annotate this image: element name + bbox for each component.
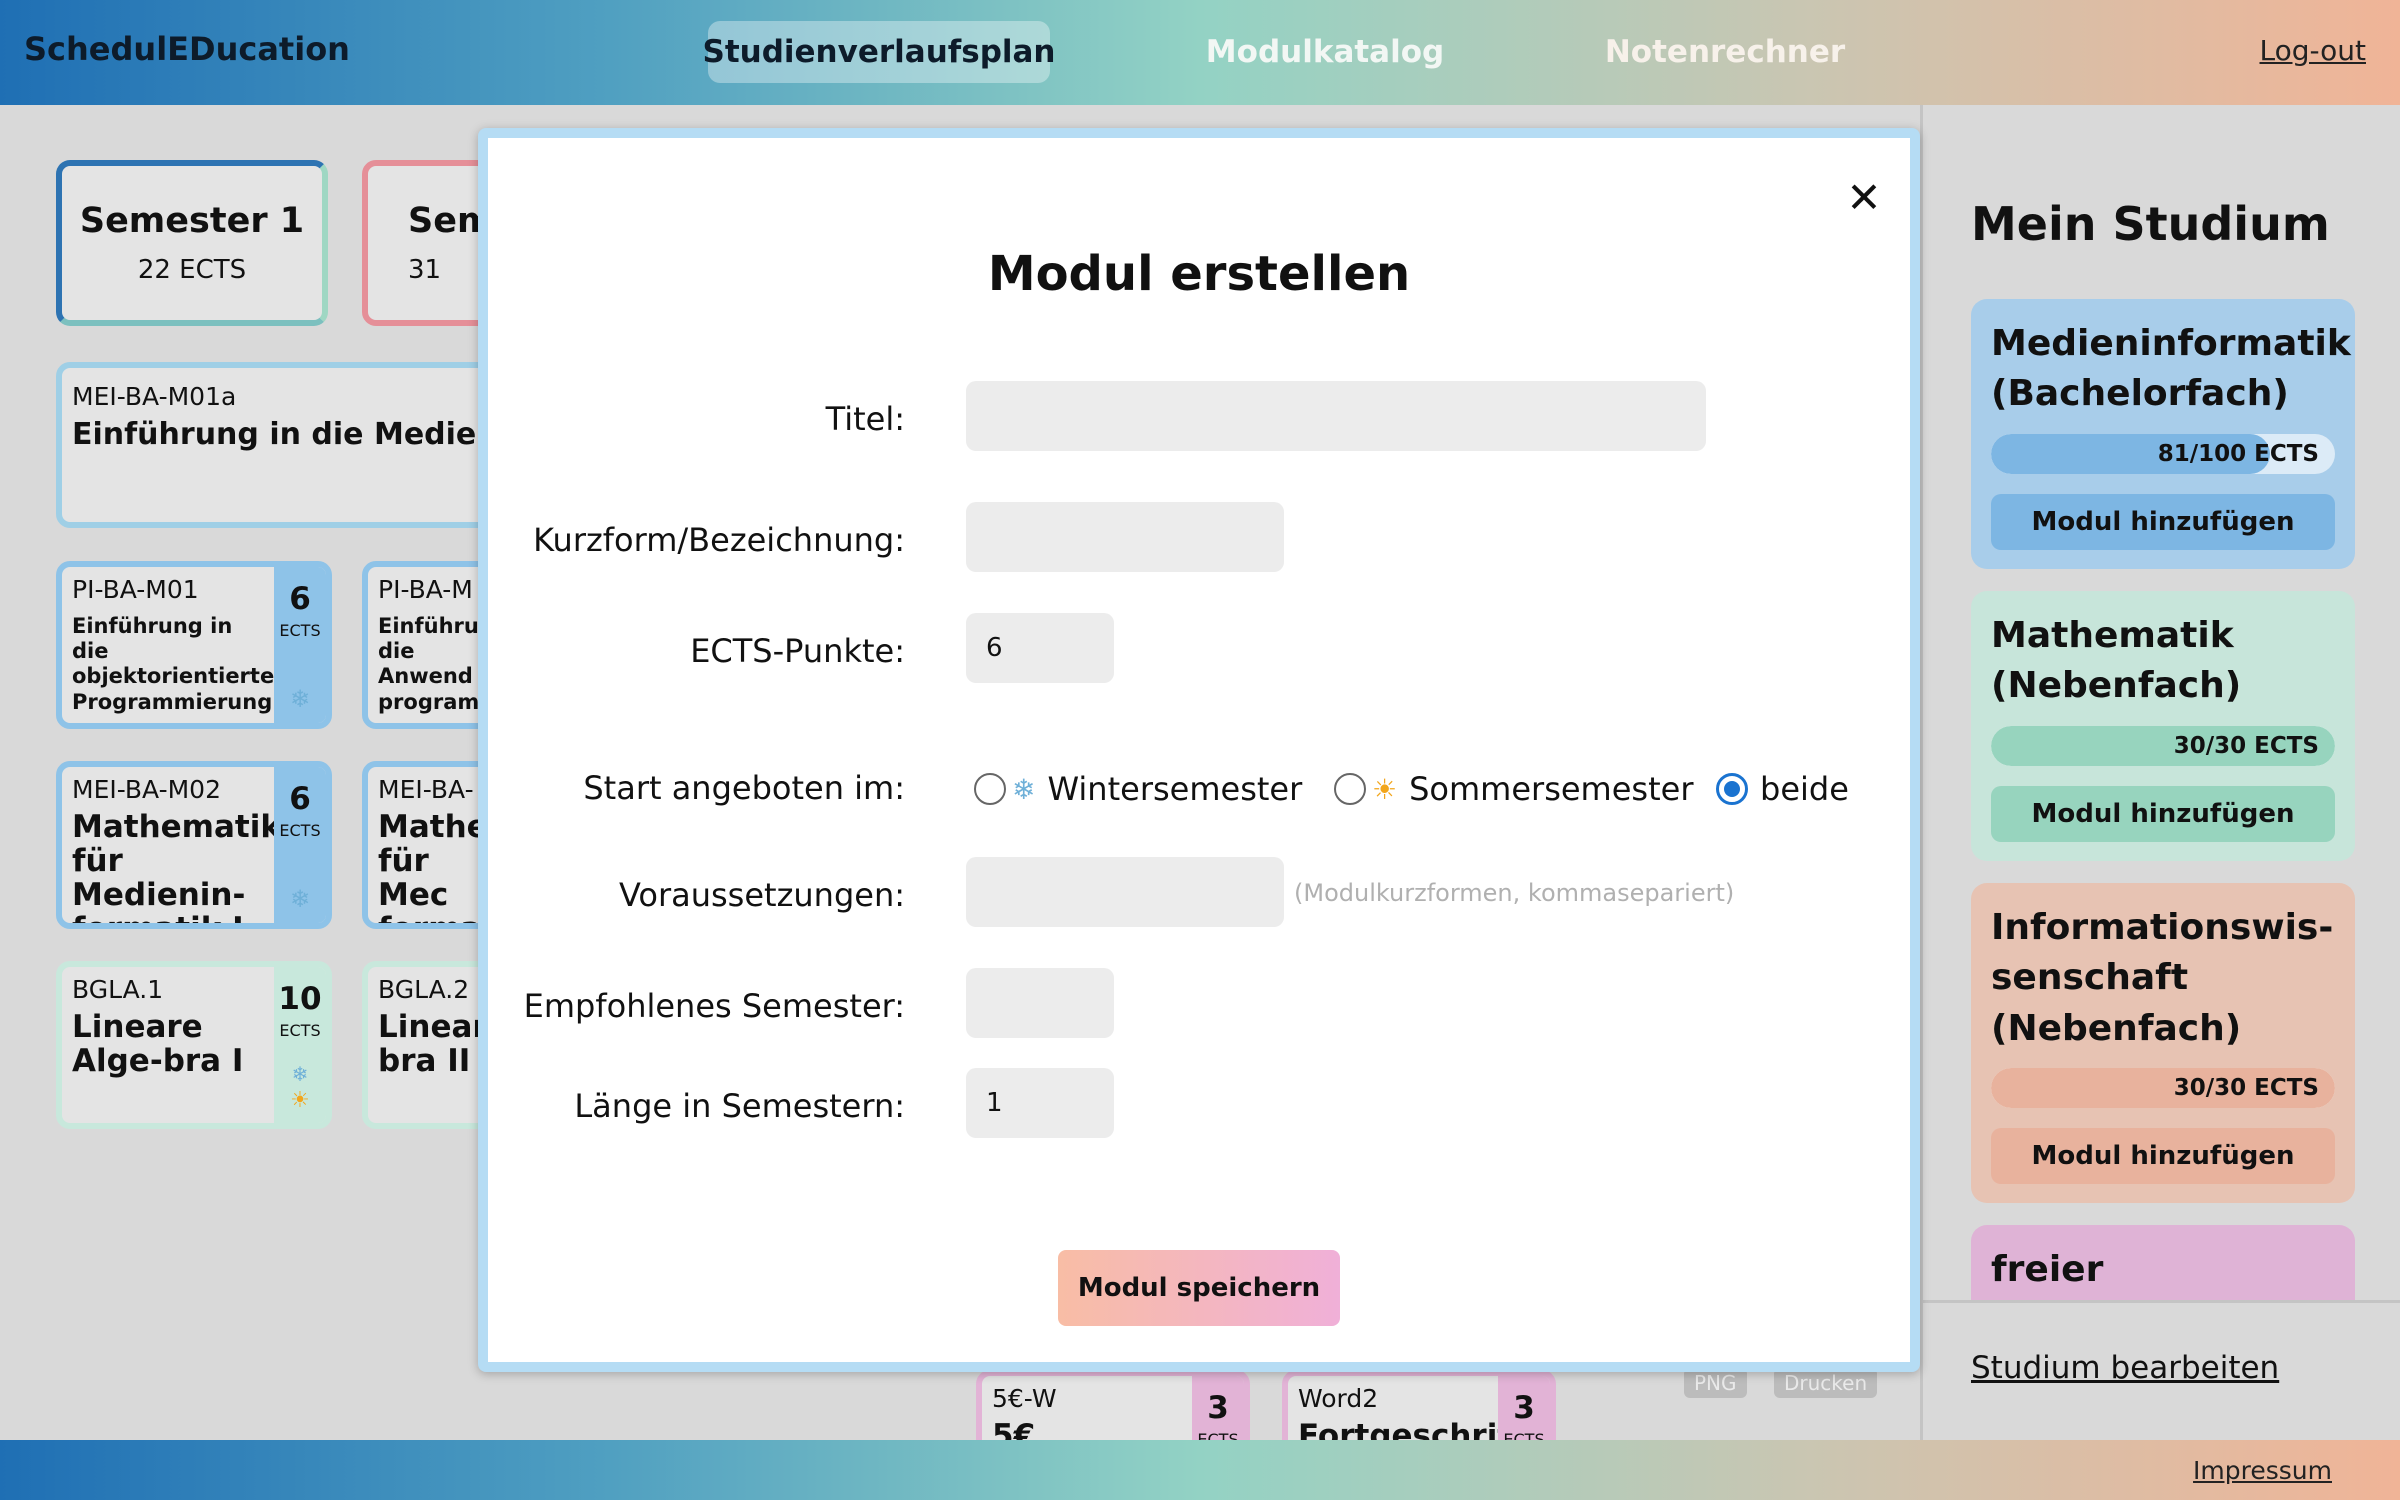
module-title: Lineare bra II: [378, 1009, 509, 1080]
radio-button-checked[interactable]: [1716, 773, 1748, 805]
sun-icon: ☀: [290, 1088, 310, 1113]
module-ects: 3: [1207, 1390, 1229, 1426]
progress-bar: 30/30 ECTS: [1991, 725, 2335, 766]
radio-button[interactable]: [974, 773, 1006, 805]
module-title: Einführu die Anwend program: [378, 614, 480, 714]
panel-divider: [1923, 1300, 2400, 1303]
nav-notenrechner[interactable]: Notenrechner: [1600, 21, 1850, 83]
radio-label: beide: [1760, 770, 1849, 808]
progress-text: 30/30 ECTS: [2173, 1075, 2319, 1102]
module-ects-unit: ECTS: [279, 821, 321, 840]
nav-modulkatalog[interactable]: Modulkatalog: [1200, 21, 1450, 83]
study-name: freier Wahlbereich: [1991, 1249, 2243, 1300]
title-input[interactable]: [966, 381, 1706, 451]
snowflake-icon: ❄: [289, 685, 311, 713]
length-input[interactable]: 1: [966, 1068, 1114, 1138]
create-module-dialog: ✕ Modul erstellen Titel: Kurzform/Bezeic…: [478, 128, 1920, 1372]
nav-studienverlaufsplan[interactable]: Studienverlaufsplan: [703, 21, 1056, 83]
module-title: Mather für Mec format: [378, 809, 503, 923]
radio-sommersemester[interactable]: ☀ Sommersemester: [1334, 770, 1693, 808]
radio-label: Wintersemester: [1047, 770, 1303, 808]
study-name: Medieninformatik (Bachelorfach): [1991, 323, 2351, 415]
add-module-button[interactable]: Modul hinzufügen: [1991, 785, 2335, 842]
module-title: Lineare Alge-bra I: [72, 1009, 244, 1080]
module-code: MEI-BA-M02: [72, 775, 221, 804]
recommended-semester-label: Empfohlenes Semester:: [523, 987, 905, 1025]
module-ects: 6: [289, 781, 311, 817]
module-title: Mathematik für Medienin-formatik I: [72, 809, 281, 923]
my-studies-panel: Mein Studium Medieninformatik (Bachelorf…: [1920, 105, 2400, 1440]
prerequisites-label: Voraussetzungen:: [618, 876, 905, 914]
progress-bar: 81/100 ECTS: [1991, 433, 2335, 474]
shortform-label: Kurzform/Bezeichnung:: [533, 521, 905, 559]
semester-title: Semester 1: [79, 201, 305, 241]
module-code: PI-BA-M01: [72, 575, 199, 604]
edit-studies-link[interactable]: Studium bearbeiten: [1971, 1350, 2279, 1386]
progress-text: 81/100 ECTS: [2157, 440, 2319, 467]
radio-label: Sommersemester: [1409, 770, 1694, 808]
module-code: BGLA.1: [72, 975, 164, 1004]
panel-title: Mein Studium: [1971, 197, 2330, 251]
semester-card-1[interactable]: Semester 1 22 ECTS: [56, 160, 328, 326]
add-module-button[interactable]: Modul hinzufügen: [1991, 1128, 2335, 1185]
study-card-wahlbereich: freier Wahlbereich: [1971, 1225, 2355, 1300]
brand-logo[interactable]: SchedulEDucation: [24, 30, 350, 68]
study-card-medieninformatik: Medieninformatik (Bachelorfach) 81/100 E…: [1971, 299, 2355, 569]
close-icon[interactable]: ✕: [1844, 177, 1884, 219]
dialog-title: Modul erstellen: [987, 246, 1411, 302]
module-title: Einführung in die objektorientierte Prog…: [72, 614, 275, 714]
progress-bar: 30/30 ECTS: [1991, 1068, 2335, 1109]
length-label: Länge in Semestern:: [574, 1087, 905, 1125]
prerequisites-input[interactable]: [966, 857, 1284, 927]
module-ects: 6: [289, 581, 311, 617]
prerequisites-hint: (Modulkurzformen, kommasepariert): [1294, 879, 1735, 907]
module-card[interactable]: MEI-BA-M02 Mathematik für Medienin-forma…: [56, 761, 332, 929]
ects-input[interactable]: 6: [966, 613, 1114, 683]
impressum-link[interactable]: Impressum: [2193, 1456, 2332, 1485]
print-button[interactable]: Drucken: [1774, 1368, 1878, 1398]
study-card-mathematik: Mathematik (Nebenfach) 30/30 ECTS Modul …: [1971, 591, 2355, 861]
footer: Impressum: [0, 1440, 2400, 1500]
snowflake-icon: ❄: [289, 885, 311, 913]
title-label: Titel:: [825, 400, 905, 438]
semester-ects: 22 ECTS: [137, 255, 247, 285]
progress-text: 30/30 ECTS: [2173, 732, 2319, 759]
module-ects-unit: ECTS: [279, 1021, 321, 1040]
study-name: Informationswis-senschaft (Nebenfach): [1991, 907, 2334, 1049]
snowflake-icon: ❄: [291, 1062, 309, 1086]
module-ects-unit: ECTS: [279, 621, 321, 640]
radio-button[interactable]: [1334, 773, 1366, 805]
add-module-button[interactable]: Modul hinzufügen: [1991, 493, 2335, 550]
module-code: Word2: [1298, 1384, 1379, 1413]
semester-ects: 31: [408, 255, 442, 285]
study-card-informationswissenschaft: Informationswis-senschaft (Nebenfach) 30…: [1971, 883, 2355, 1203]
module-ects: 10: [278, 981, 322, 1017]
shortform-input[interactable]: [966, 502, 1284, 572]
start-label: Start angeboten im:: [583, 769, 905, 807]
logout-link[interactable]: Log-out: [2260, 34, 2367, 67]
module-card[interactable]: PI-BA-M01 Einführung in die objektorient…: [56, 561, 332, 729]
recommended-semester-input[interactable]: [966, 968, 1114, 1038]
snowflake-icon: ❄: [1012, 772, 1036, 806]
save-module-button[interactable]: Modul speichern: [1058, 1250, 1340, 1326]
png-button[interactable]: PNG: [1684, 1368, 1747, 1398]
study-name: Mathematik (Nebenfach): [1991, 615, 2242, 707]
module-card[interactable]: BGLA.1 Lineare Alge-bra I 10 ECTS ❄ ☀: [56, 961, 332, 1129]
sun-icon: ☀: [1372, 772, 1398, 806]
radio-wintersemester[interactable]: ❄ Wintersemester: [974, 770, 1302, 808]
module-ects: 3: [1513, 1390, 1535, 1426]
ects-label: ECTS-Punkte:: [690, 632, 905, 670]
module-code: 5€-W: [992, 1384, 1057, 1413]
radio-beide[interactable]: beide: [1716, 770, 1849, 808]
top-header: SchedulEDucation Studienverlaufsplan Mod…: [0, 0, 2400, 105]
